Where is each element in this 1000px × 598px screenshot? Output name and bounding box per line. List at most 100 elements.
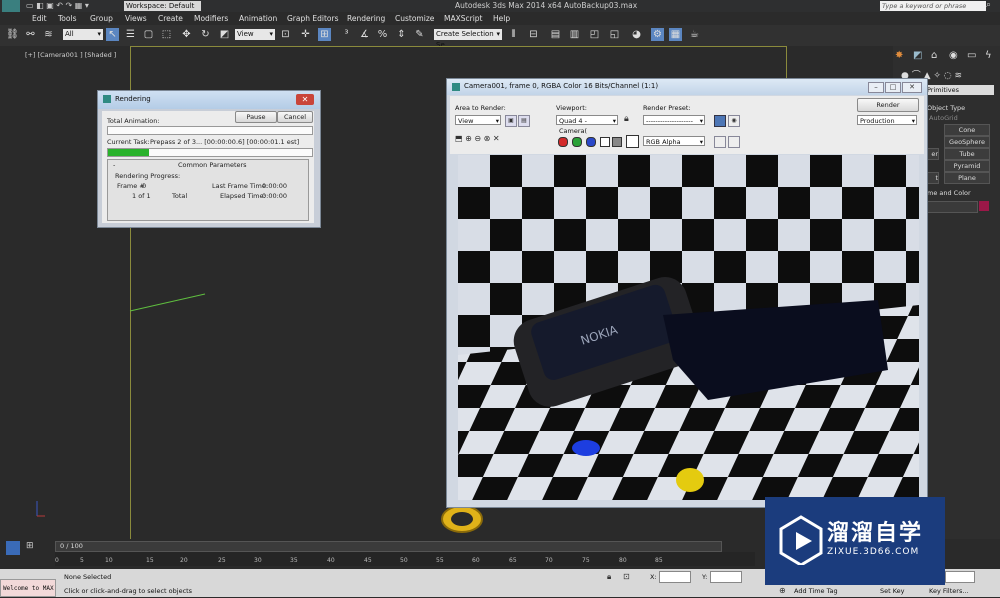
mirror-icon[interactable]: ⫴: [507, 28, 520, 41]
menu-help[interactable]: Help: [493, 14, 510, 23]
time-slider[interactable]: 0 / 100: [55, 541, 722, 552]
menu-graph-editors[interactable]: Graph Editors: [287, 14, 339, 23]
add-time-tag[interactable]: Add Time Tag: [794, 587, 838, 595]
edit-region-icon[interactable]: ▣: [505, 115, 517, 127]
graphite-ribbon-icon[interactable]: ▥: [568, 28, 581, 41]
alpha-channel-icon[interactable]: [600, 137, 610, 147]
layer-manager-icon[interactable]: ▤: [549, 28, 562, 41]
cone-button[interactable]: Cone: [944, 124, 990, 136]
quick-access-icons[interactable]: ▭ ◧ ▣ ↶ ↷ ▦ ▾: [26, 1, 89, 10]
toggle-ui-icon[interactable]: [728, 136, 740, 148]
lock-selection-icon[interactable]: 🔒︎: [607, 572, 611, 582]
move-icon[interactable]: ✥: [180, 28, 193, 41]
primitives-dropdown[interactable]: Primitives: [925, 85, 994, 95]
select-by-name-icon[interactable]: ☰: [124, 28, 137, 41]
window-crossing-icon[interactable]: ⬚: [160, 28, 173, 41]
create-tab-icon[interactable]: ✸: [895, 50, 903, 61]
red-channel-icon[interactable]: [558, 137, 568, 147]
object-color-swatch[interactable]: [979, 201, 989, 211]
save-image-icon[interactable]: ⬒ ⊕ ⊖ ⊗ ✕: [455, 134, 500, 143]
green-channel-icon[interactable]: [572, 137, 582, 147]
time-tag-icon[interactable]: ⊕: [779, 586, 786, 595]
named-selection-dropdown[interactable]: Create Selection Se: [434, 29, 502, 49]
utilities-tab-icon[interactable]: ϟ: [985, 50, 992, 61]
render-button[interactable]: Render: [857, 98, 919, 112]
render-setup-icon[interactable]: ⚙: [651, 28, 664, 41]
lock-icon[interactable]: 🔒︎: [624, 114, 629, 124]
material-editor-icon[interactable]: ◕: [630, 28, 643, 41]
menu-animation[interactable]: Animation: [239, 14, 277, 23]
toggle-ui-overlay-icon[interactable]: [714, 136, 726, 148]
angle-snap-icon[interactable]: ∡: [358, 28, 371, 41]
maximize-icon[interactable]: □: [885, 82, 901, 93]
reference-coord-dropdown[interactable]: View: [235, 29, 275, 40]
bind-spacewarp-icon[interactable]: ≋: [42, 28, 55, 41]
keyboard-shortcut-icon[interactable]: ⊞: [318, 28, 331, 41]
absolute-mode-icon[interactable]: ⊡: [623, 572, 630, 581]
schematic-view-icon[interactable]: ◱: [608, 28, 621, 41]
app-logo-icon[interactable]: [2, 0, 20, 12]
key-filters-button[interactable]: Key Filters...: [929, 587, 969, 595]
modify-tab-icon[interactable]: ◩: [913, 50, 922, 61]
menu-rendering[interactable]: Rendering: [347, 14, 385, 23]
rendered-frame-window-icon[interactable]: ▦: [669, 28, 682, 41]
menu-tools[interactable]: Tools: [58, 14, 76, 23]
menu-create[interactable]: Create: [158, 14, 183, 23]
menu-group[interactable]: Group: [90, 14, 113, 23]
menu-maxscript[interactable]: MAXScript: [444, 14, 483, 23]
color-swatch[interactable]: [626, 135, 639, 148]
plane-button[interactable]: Plane: [944, 172, 990, 184]
menu-customize[interactable]: Customize: [395, 14, 434, 23]
curve-editor-mini-icon[interactable]: ⊞: [26, 541, 40, 553]
render-setup-icon[interactable]: [714, 115, 726, 127]
rotate-icon[interactable]: ↻: [199, 28, 212, 41]
snaps-toggle-icon[interactable]: ³: [340, 28, 353, 41]
select-manipulate-icon[interactable]: ✛: [299, 28, 312, 41]
menu-edit[interactable]: Edit: [32, 14, 47, 23]
environment-icon[interactable]: ◉: [728, 115, 740, 127]
curve-editor-icon[interactable]: ◰: [588, 28, 601, 41]
x-coordinate-input[interactable]: [659, 571, 691, 583]
menu-views[interactable]: Views: [125, 14, 147, 23]
auto-region-icon[interactable]: ▤: [518, 115, 530, 127]
production-dropdown[interactable]: Production: [857, 115, 917, 126]
cancel-button[interactable]: Cancel: [277, 111, 313, 123]
close-icon[interactable]: ✕: [296, 94, 314, 105]
y-coordinate-input[interactable]: [710, 571, 742, 583]
render-production-icon[interactable]: ☕: [688, 28, 701, 41]
tube-button[interactable]: Tube: [944, 148, 990, 160]
pause-button[interactable]: Pause: [235, 111, 277, 123]
rendered-image[interactable]: NOKIA: [458, 155, 919, 500]
close-icon[interactable]: ✕: [902, 82, 922, 93]
display-tab-icon[interactable]: ▭: [967, 50, 976, 61]
viewport-layout-icon[interactable]: [6, 541, 20, 555]
scale-icon[interactable]: ◩: [218, 28, 231, 41]
render-preset-dropdown[interactable]: --------------------: [643, 115, 705, 126]
pyramid-button[interactable]: Pyramid: [944, 160, 990, 172]
search-icon[interactable]: ⌕: [986, 0, 991, 10]
select-object-icon[interactable]: ↖: [106, 28, 119, 41]
track-bar[interactable]: 0 5 10 15 20 25 30 35 40 45 50 55 60 65 …: [55, 552, 755, 566]
key-mode-dropdown[interactable]: [945, 571, 975, 583]
blue-channel-icon[interactable]: [586, 137, 596, 147]
menu-modifiers[interactable]: Modifiers: [194, 14, 228, 23]
edit-named-selection-icon[interactable]: ✎: [413, 28, 426, 41]
object-name-input[interactable]: [923, 201, 978, 213]
align-icon[interactable]: ⊟: [527, 28, 540, 41]
selection-filter-dropdown[interactable]: All: [63, 29, 103, 40]
hierarchy-tab-icon[interactable]: ⌂: [931, 50, 937, 61]
geosphere-button[interactable]: GeoSphere: [944, 136, 990, 148]
pivot-center-icon[interactable]: ⊡: [279, 28, 292, 41]
channel-display-dropdown[interactable]: RGB Alpha: [643, 136, 705, 147]
autogrid-checkbox[interactable]: AutoGrid: [929, 114, 958, 122]
unlink-icon[interactable]: ⚯: [24, 28, 37, 41]
workspace-dropdown[interactable]: Workspace: Default: [124, 1, 201, 11]
selection-region-icon[interactable]: ▢: [142, 28, 155, 41]
search-input[interactable]: Type a keyword or phrase: [880, 1, 986, 11]
spinner-snap-icon[interactable]: ⇕: [395, 28, 408, 41]
viewport-dropdown[interactable]: Quad 4 - Camera(: [556, 115, 618, 135]
link-icon[interactable]: ⛓: [6, 28, 19, 41]
viewport-label[interactable]: [+] [Camera001 ] [Shaded ]: [25, 51, 116, 59]
common-parameters-title[interactable]: Common Parameters: [178, 161, 247, 169]
maxscript-listener[interactable]: Welcome to MAX: [0, 579, 56, 597]
